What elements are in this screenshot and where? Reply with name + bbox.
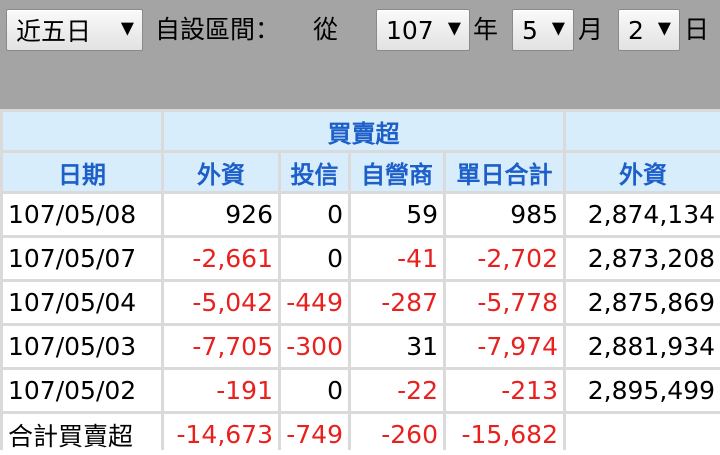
year-select[interactable]: 107 ▼ bbox=[376, 9, 470, 51]
cell-date: 107/05/08 bbox=[3, 194, 161, 235]
cell-trust: -449 bbox=[281, 282, 348, 323]
column-header-foreign-holdings: 外資 bbox=[566, 153, 720, 191]
column-header-dealer: 自營商 bbox=[351, 153, 443, 191]
cell-dealer: 31 bbox=[351, 326, 443, 367]
cell-dealer: 59 bbox=[351, 194, 443, 235]
year-label: 年 bbox=[473, 15, 499, 44]
column-header-date: 日期 bbox=[3, 153, 161, 191]
summary-dealer: -260 bbox=[351, 414, 443, 455]
cell-trust: -300 bbox=[281, 326, 348, 367]
from-label: 從 bbox=[313, 15, 339, 44]
filter-toolbar: 近五日 ▼ 自設區間： 從 107 ▼ 年 5 ▼ 月 2 ▼ 日 bbox=[0, 0, 720, 109]
header-blank-cell bbox=[566, 112, 720, 150]
cell-foreign: -191 bbox=[164, 370, 278, 411]
chevron-down-icon: ▼ bbox=[447, 18, 461, 39]
chevron-down-icon: ▼ bbox=[657, 18, 671, 39]
day-label: 日 bbox=[684, 15, 710, 44]
column-header-trust: 投信 bbox=[281, 153, 348, 191]
summary-daily-total: -15,682 bbox=[446, 414, 563, 455]
month-select-value: 5 bbox=[522, 15, 538, 45]
year-select-value: 107 bbox=[386, 15, 434, 45]
cell-date: 107/05/07 bbox=[3, 238, 161, 279]
cell-date: 107/05/04 bbox=[3, 282, 161, 323]
cell-dealer: -287 bbox=[351, 282, 443, 323]
cell-trust: 0 bbox=[281, 370, 348, 411]
day-select-value: 2 bbox=[628, 15, 644, 45]
period-select[interactable]: 近五日 ▼ bbox=[6, 9, 143, 51]
summary-blank-cell bbox=[566, 414, 720, 455]
cell-foreign-holdings: 2,881,934 bbox=[566, 326, 720, 367]
cell-daily-total: -7,974 bbox=[446, 326, 563, 367]
summary-label: 合計買賣超 bbox=[3, 414, 161, 455]
cell-dealer: -41 bbox=[351, 238, 443, 279]
cell-daily-total: -5,778 bbox=[446, 282, 563, 323]
group-header-net-buy-sell: 買賣超 bbox=[164, 112, 563, 150]
chevron-down-icon: ▼ bbox=[120, 18, 134, 39]
cell-daily-total: -2,702 bbox=[446, 238, 563, 279]
cell-daily-total: -213 bbox=[446, 370, 563, 411]
cell-dealer: -22 bbox=[351, 370, 443, 411]
cell-date: 107/05/03 bbox=[3, 326, 161, 367]
day-select[interactable]: 2 ▼ bbox=[618, 9, 680, 51]
cell-daily-total: 985 bbox=[446, 194, 563, 235]
month-select[interactable]: 5 ▼ bbox=[512, 9, 574, 51]
column-header-daily-total: 單日合計 bbox=[446, 153, 563, 191]
cell-foreign-holdings: 2,874,134 bbox=[566, 194, 720, 235]
cell-foreign: -5,042 bbox=[164, 282, 278, 323]
cell-trust: 0 bbox=[281, 194, 348, 235]
cell-foreign-holdings: 2,875,869 bbox=[566, 282, 720, 323]
cell-trust: 0 bbox=[281, 238, 348, 279]
period-select-value: 近五日 bbox=[16, 17, 92, 46]
cell-foreign-holdings: 2,895,499 bbox=[566, 370, 720, 411]
custom-range-label: 自設區間： bbox=[155, 15, 281, 44]
summary-foreign: -14,673 bbox=[164, 414, 278, 455]
cell-foreign: 926 bbox=[164, 194, 278, 235]
header-blank-cell bbox=[3, 112, 161, 150]
cell-foreign: -7,705 bbox=[164, 326, 278, 367]
month-label: 月 bbox=[578, 15, 604, 44]
cell-date: 107/05/02 bbox=[3, 370, 161, 411]
summary-trust: -749 bbox=[281, 414, 348, 455]
institutional-trading-table: 買賣超 日期 外資 投信 自營商 單日合計 外資 107/05/08 926 0… bbox=[0, 109, 720, 455]
column-header-foreign: 外資 bbox=[164, 153, 278, 191]
cell-foreign-holdings: 2,873,208 bbox=[566, 238, 720, 279]
chevron-down-icon: ▼ bbox=[551, 18, 565, 39]
cell-foreign: -2,661 bbox=[164, 238, 278, 279]
